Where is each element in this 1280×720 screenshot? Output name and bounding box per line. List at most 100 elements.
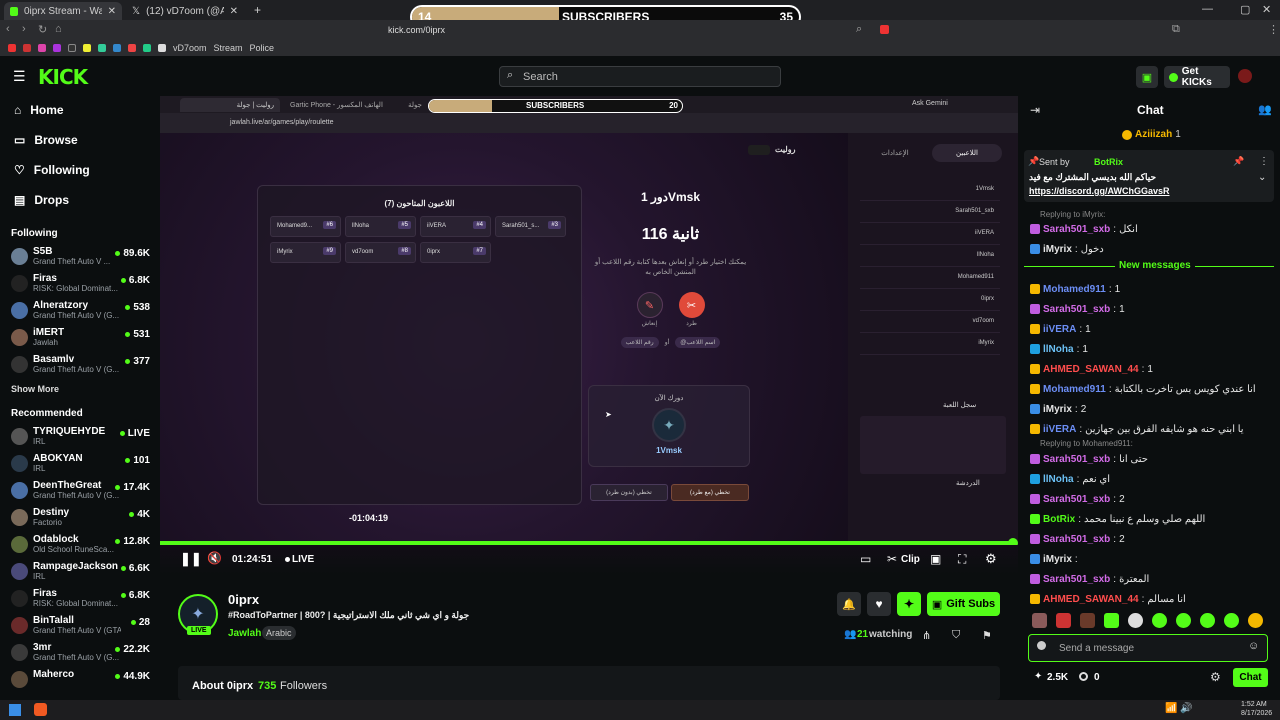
stream-category[interactable]: Jawlah <box>228 628 261 639</box>
sidebar-channel[interactable]: BinTalall Grand Theft Auto V (GTA) 28 <box>0 612 158 639</box>
emote-icon[interactable] <box>1152 613 1167 628</box>
subscribe-button[interactable]: ✦ <box>897 592 921 616</box>
emote-icon[interactable] <box>1176 613 1191 628</box>
gift-subs-button[interactable]: ▣ Gift Subs <box>927 592 1000 616</box>
zoom-icon[interactable]: ⌕ <box>856 23 862 36</box>
chat-message[interactable]: Sarah501_sxb:1 <box>1030 300 1125 318</box>
expand-icon[interactable]: ⌄ <box>1258 172 1266 183</box>
nav-following[interactable]: ♡ Following <box>0 155 158 185</box>
chat-message[interactable]: llNoha:1 <box>1030 340 1088 358</box>
chat-message[interactable]: BotRix: اللهم صلي وسلم ع نبينا محمد <box>1030 510 1205 528</box>
nav-browse[interactable]: ▭ Browse <box>0 125 158 155</box>
chat-message[interactable]: Sarah501_sxb: انكل <box>1030 220 1138 238</box>
brave-browser-icon[interactable] <box>34 703 47 716</box>
sidebar-channel[interactable]: DeenTheGreat Grand Theft Auto V (G... 17.4… <box>0 477 158 504</box>
clip-label[interactable]: Clip <box>901 554 920 565</box>
chat-username[interactable]: iiVERA <box>1043 324 1076 335</box>
channel-name[interactable]: 0iprx <box>228 592 259 607</box>
chat-username[interactable]: iMyrix <box>1043 554 1072 565</box>
minimize-icon[interactable]: — <box>1202 3 1213 15</box>
send-chat-button[interactable]: Chat <box>1233 668 1268 687</box>
sidebar-channel[interactable]: TYRIQUEHYDE IRL LIVE <box>0 423 158 450</box>
pip-icon[interactable]: ▣ <box>930 552 941 566</box>
sidebar-channel[interactable]: ABOKYAN IRL 101 <box>0 450 158 477</box>
hamburger-menu-icon[interactable]: ☰ <box>13 68 26 85</box>
share-icon[interactable]: ⋔ <box>922 629 931 642</box>
sidebar-channel[interactable]: RampageJackson IRL 6.6K <box>0 558 158 585</box>
chat-message[interactable]: Sarah501_sxb: المعترة <box>1030 570 1149 588</box>
chat-input[interactable]: Send a message ☺ <box>1028 634 1268 662</box>
chat-message[interactable]: Mohamed911:1 <box>1030 280 1120 298</box>
sidebar-channel[interactable]: iMERT Jawlah 531 <box>0 324 158 351</box>
close-tab-icon[interactable]: ✕ <box>108 6 116 17</box>
shield-icon[interactable]: ⛉ <box>952 629 960 642</box>
home-icon[interactable]: ⌂ <box>55 23 62 35</box>
chat-users-icon[interactable]: 👥 <box>1258 103 1272 116</box>
pinned-link[interactable]: https://discord.gg/AWChGGavsR <box>1029 186 1170 196</box>
bookmark-icon[interactable] <box>83 44 91 52</box>
collapse-chat-icon[interactable]: ⇥ <box>1030 103 1040 117</box>
sidebar-channel[interactable]: 3mr Grand Theft Auto V (G... 22.2K <box>0 639 158 666</box>
rewards-button[interactable]: ▣ <box>1136 66 1158 88</box>
chat-username[interactable]: BotRix <box>1043 514 1075 525</box>
nav-drops[interactable]: ▤ Drops <box>0 185 158 215</box>
new-tab-icon[interactable]: + <box>254 3 261 17</box>
chat-message[interactable]: llNoha: اي نعم <box>1030 470 1110 488</box>
sidebar-channel[interactable]: Destiny Factorio 4K <box>0 504 158 531</box>
back-icon[interactable]: ‹ <box>6 23 10 35</box>
puzzle-icon[interactable]: ⧉ <box>1172 23 1180 36</box>
theater-mode-icon[interactable]: ▭ <box>860 552 871 566</box>
url-text[interactable]: kick.com/0iprx <box>388 25 445 35</box>
sidebar-channel[interactable]: Basamlv Grand Theft Auto V (G... 377 <box>0 351 158 378</box>
fullscreen-icon[interactable]: ⛶ <box>958 552 966 567</box>
sidebar-channel[interactable]: S5B Grand Theft Auto V ... 89.6K <box>0 243 158 270</box>
chat-username[interactable]: Sarah501_sxb <box>1043 304 1110 315</box>
video-player[interactable]: روليت | جولة Gartic Phone - الهاتف المكس… <box>160 96 1018 574</box>
chat-message[interactable]: AHMED_SAWAN_44: انا مسالم <box>1030 590 1186 608</box>
chat-username[interactable]: llNoha <box>1043 344 1074 355</box>
notifications-button[interactable]: 🔔 <box>837 592 861 616</box>
bookmark-icon[interactable] <box>143 44 151 52</box>
chat-username[interactable]: Sarah501_sxb <box>1043 534 1110 545</box>
bookmark-vd7oom[interactable]: vD7oom <box>173 43 207 53</box>
unpin-icon[interactable]: 📌 <box>1233 156 1244 167</box>
user-avatar[interactable] <box>1238 69 1252 83</box>
sidebar-channel[interactable]: Firas RISK: Global Dominat... 6.8K <box>0 270 158 297</box>
pause-icon[interactable]: ❚❚ <box>180 551 202 567</box>
emote-icon[interactable] <box>1080 613 1095 628</box>
emote-icon[interactable] <box>1248 613 1263 628</box>
emoji-icon[interactable]: ☺ <box>1248 640 1259 652</box>
bookmark-icon[interactable] <box>38 44 46 52</box>
nav-home[interactable]: ⌂ Home <box>0 95 158 125</box>
emote-icon[interactable] <box>1224 613 1239 628</box>
chat-username[interactable]: Sarah501_sxb <box>1043 494 1110 505</box>
close-window-icon[interactable]: ✕ <box>1262 3 1271 16</box>
search-box[interactable]: ⌕ Search <box>499 66 781 87</box>
follow-button[interactable]: ♥ <box>867 592 891 616</box>
emote-icon[interactable] <box>1056 613 1071 628</box>
chat-username[interactable]: llNoha <box>1043 474 1074 485</box>
chat-username[interactable]: AHMED_SAWAN_44 <box>1043 364 1139 375</box>
bookmark-icon[interactable] <box>53 44 61 52</box>
chat-username[interactable]: Sarah501_sxb <box>1043 574 1110 585</box>
chat-message[interactable]: iMyrix: <box>1030 550 1081 568</box>
chat-username[interactable]: Sarah501_sxb <box>1043 224 1110 235</box>
bookmark-icon[interactable] <box>98 44 106 52</box>
emote-icon[interactable] <box>1200 613 1215 628</box>
settings-icon[interactable]: ⚙ <box>985 551 997 567</box>
clip-icon[interactable]: ✂ <box>887 552 897 566</box>
stream-language-tag[interactable]: Arabic <box>262 626 296 640</box>
get-kicks-button[interactable]: Get KICKs <box>1164 66 1230 88</box>
sidebar-channel[interactable]: Alneratzory Grand Theft Auto V (G... 538 <box>0 297 158 324</box>
mute-icon[interactable]: 🔇 <box>207 551 222 565</box>
forward-icon[interactable]: › <box>22 23 26 35</box>
bookmark-icon[interactable] <box>8 44 16 52</box>
chat-message[interactable]: iiVERA: يا ابني حنه هو شايفه الفرق بين جه… <box>1030 420 1244 438</box>
chat-message[interactable]: AHMED_SAWAN_44:1 <box>1030 360 1153 378</box>
close-tab-icon[interactable]: ✕ <box>230 6 238 17</box>
bookmark-icon[interactable] <box>158 44 166 52</box>
chat-message[interactable]: iiVERA:1 <box>1030 320 1091 338</box>
chat-username[interactable]: Mohamed911 <box>1043 284 1106 295</box>
chat-username[interactable]: iiVERA <box>1043 424 1076 435</box>
maximize-icon[interactable]: ▢ <box>1240 3 1250 16</box>
